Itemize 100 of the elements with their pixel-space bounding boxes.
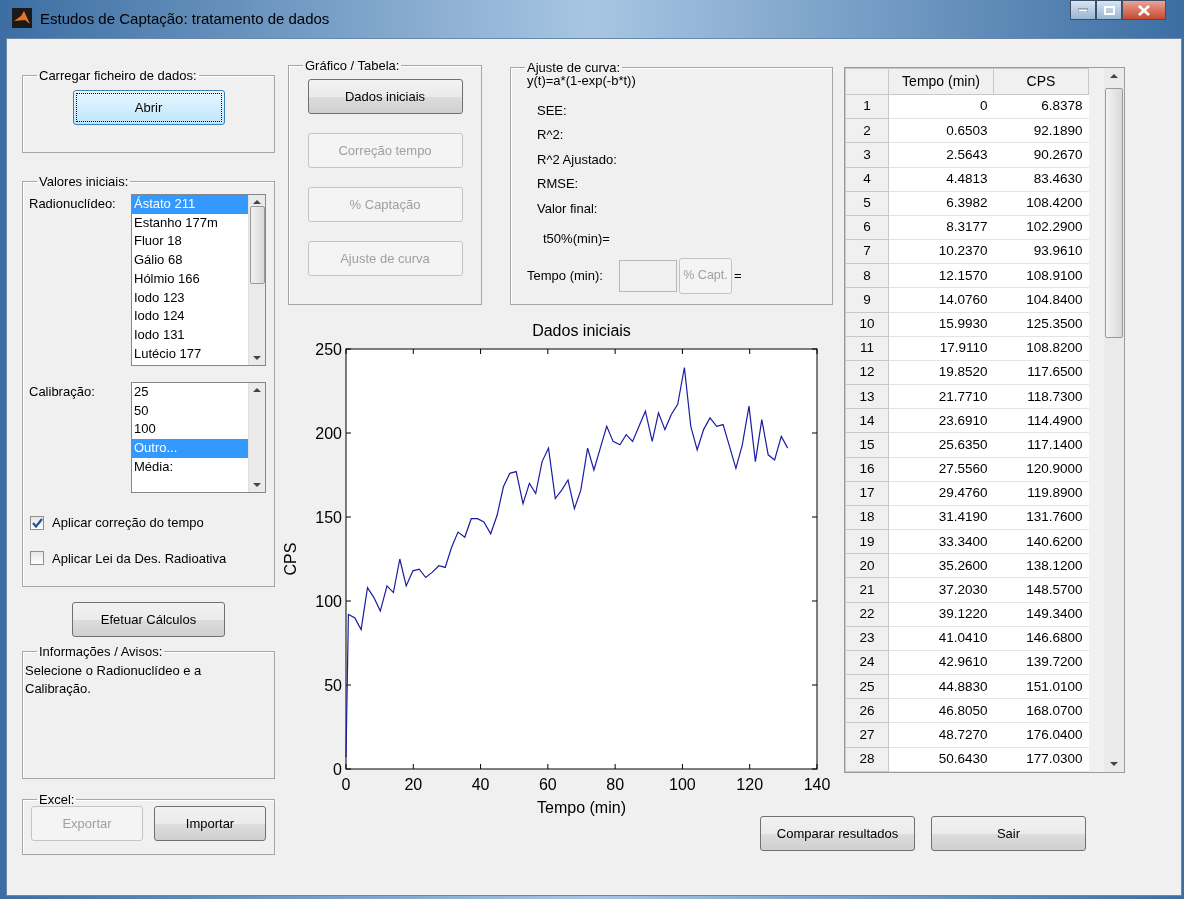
button[interactable]: Efetuar Cálculos (72, 602, 225, 637)
list-item[interactable]: Média: (132, 457, 248, 477)
result-label: t50%(min)= (543, 230, 610, 248)
row-header[interactable]: 5 (845, 191, 889, 216)
table-cell: 10.2370 (888, 239, 994, 264)
row-header[interactable]: 26 (845, 698, 889, 723)
list-item[interactable]: 25 (132, 383, 248, 402)
row-header[interactable]: 23 (845, 626, 889, 651)
list-item[interactable]: Iodo 124 (132, 307, 248, 326)
app-icon (12, 8, 32, 28)
row-header[interactable]: 7 (845, 239, 889, 264)
row-header[interactable]: 27 (845, 722, 889, 748)
row-header[interactable]: 3 (845, 142, 889, 167)
row-header[interactable]: 28 (845, 747, 889, 772)
row-header[interactable]: 10 (845, 312, 889, 337)
scroll-down-icon[interactable] (253, 483, 261, 487)
row-header[interactable]: 17 (845, 481, 889, 506)
row-header[interactable]: 2 (845, 118, 889, 143)
row-header[interactable]: 22 (845, 602, 889, 627)
row-header[interactable]: 15 (845, 432, 889, 458)
list-item[interactable]: 50 (132, 401, 248, 421)
row-header[interactable]: 25 (845, 674, 889, 699)
table-cell: 48.7270 (888, 722, 994, 748)
table-cell: 151.0100 (993, 674, 1089, 699)
table-cell: 131.7600 (993, 505, 1089, 530)
table-cell: 140.6200 (993, 529, 1089, 554)
table-cell: 146.6800 (993, 626, 1089, 651)
group-title: Excel: (38, 793, 76, 806)
table-cell: 46.8050 (888, 698, 994, 723)
minimize-button[interactable] (1070, 0, 1096, 20)
list-item[interactable]: Estanho 177m (132, 213, 248, 233)
table-cell: 120.9000 (993, 457, 1089, 482)
row-header[interactable]: 16 (845, 457, 889, 482)
button[interactable]: Dados iniciais (307, 79, 463, 114)
table-cell: 41.0410 (888, 626, 994, 651)
table-cell: 108.4200 (993, 191, 1089, 216)
scrollbar[interactable] (248, 195, 265, 365)
list-item[interactable]: Iodo 131 (132, 325, 248, 345)
row-header[interactable]: 20 (845, 553, 889, 578)
row-header[interactable]: 21 (845, 577, 889, 603)
button[interactable]: Sair (931, 816, 1086, 851)
list-item[interactable]: Lutécio 177 (132, 344, 248, 364)
table-cell: 177.0300 (993, 747, 1089, 772)
formula-text: y(t)=a*(1-exp(-b*t)) (527, 73, 637, 90)
scroll-thumb[interactable] (249, 206, 265, 284)
tick-label: 0 (333, 761, 342, 778)
column-header[interactable]: CPS (993, 68, 1089, 95)
tick-label: 250 (315, 341, 342, 358)
list-item[interactable]: Fluor 18 (132, 232, 248, 252)
maximize-button[interactable] (1096, 0, 1122, 20)
table-cell: 33.3400 (888, 529, 994, 554)
table-cell: 42.9610 (888, 650, 994, 675)
list-item[interactable]: 100 (132, 420, 248, 440)
row-header[interactable]: 9 (845, 287, 889, 313)
button[interactable]: Importar (154, 806, 266, 841)
axis-label: CPS (282, 542, 299, 576)
group-title: Carregar ficheiro de dados: (38, 69, 198, 82)
axis-label: Tempo (min) (537, 799, 626, 816)
table-cell: 139.7200 (993, 650, 1089, 675)
input-field[interactable] (619, 259, 677, 292)
tick-label: 60 (538, 776, 557, 793)
scroll-thumb[interactable] (1105, 88, 1123, 338)
table-cell: 117.1400 (993, 432, 1089, 458)
row-header[interactable]: 18 (845, 505, 889, 530)
scroll-down-icon[interactable] (253, 356, 261, 360)
row-header[interactable]: 13 (845, 384, 889, 409)
list-item[interactable]: Iodo 123 (132, 288, 248, 308)
table-cell: 6.8378 (993, 94, 1089, 119)
row-header[interactable]: 24 (845, 650, 889, 675)
row-header[interactable]: 4 (845, 167, 889, 192)
row-header[interactable]: 19 (845, 529, 889, 554)
row-header[interactable]: 12 (845, 360, 889, 385)
group-title: Ajuste de curva: (526, 61, 621, 74)
button[interactable]: Abrir (72, 90, 225, 125)
row-header[interactable]: 8 (845, 263, 889, 288)
field-label: Calibração: (29, 383, 96, 401)
scroll-up-icon[interactable] (253, 388, 261, 392)
tick-label: 140 (803, 776, 831, 793)
checkbox[interactable]: Aplicar correção do tempo (30, 513, 266, 533)
button[interactable]: Comparar resultados (760, 816, 915, 851)
table-cell: 35.2600 (888, 553, 994, 578)
row-header[interactable]: 1 (845, 94, 889, 119)
scroll-up-icon[interactable] (1110, 74, 1118, 78)
table-cell: 108.9100 (993, 263, 1089, 288)
table-cell: 83.4630 (993, 167, 1089, 192)
list-item[interactable]: Hólmio 166 (132, 269, 248, 289)
scrollbar[interactable] (1104, 68, 1124, 772)
row-header[interactable]: 11 (845, 336, 889, 361)
table-cell: 6.3982 (888, 191, 994, 216)
stat-label: Valor final: (537, 199, 598, 218)
row-header[interactable]: 14 (845, 408, 889, 433)
row-header[interactable]: 6 (845, 215, 889, 240)
list-box[interactable]: Ástato 211 Estanho 177m Fluor 18 Gálio 68 Hólmio 166 Iodo 123 Iodo 124 Iodo 131 Lutécio 177 (131, 194, 266, 366)
list-box[interactable]: 25 50 100 Outro... Média: (131, 382, 266, 493)
column-header[interactable]: Tempo (min) (888, 68, 994, 95)
scroll-down-icon[interactable] (1110, 762, 1118, 766)
list-item[interactable]: Gálio 68 (132, 251, 248, 270)
scrollbar[interactable] (248, 383, 265, 492)
checkbox[interactable]: Aplicar Lei da Des. Radioativa (30, 548, 266, 568)
close-button[interactable] (1122, 0, 1166, 20)
